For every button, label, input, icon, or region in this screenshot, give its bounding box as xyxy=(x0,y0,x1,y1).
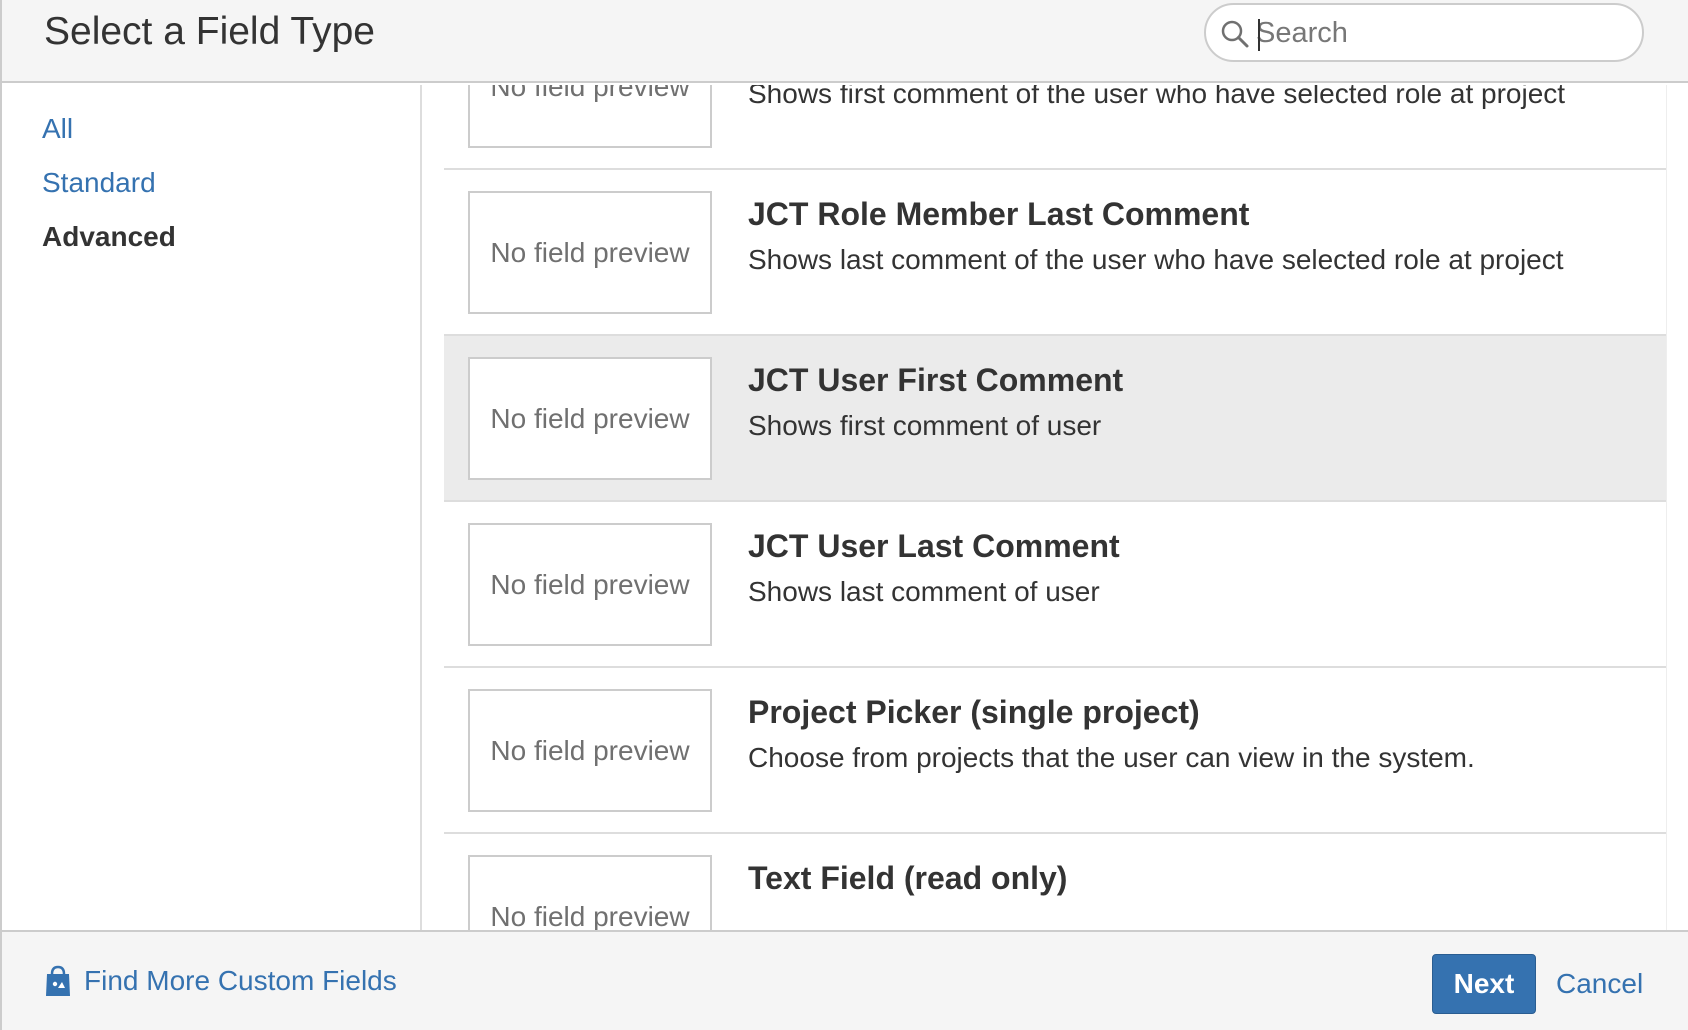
select-field-type-dialog: Select a Field Type All Standard Advance… xyxy=(0,0,1688,1030)
field-type-description: Shows last comment of the user who have … xyxy=(748,244,1564,275)
list-scrollbar[interactable] xyxy=(1666,85,1688,930)
sidebar-item-standard[interactable]: Standard xyxy=(42,167,156,199)
field-type-name: Text Field (read only) xyxy=(748,860,1068,896)
sidebar-item-advanced[interactable]: Advanced xyxy=(42,221,176,253)
field-type-description: Shows last comment of user xyxy=(748,576,1100,607)
search-input[interactable] xyxy=(1256,13,1626,53)
field-preview: No field preview xyxy=(468,357,712,480)
category-sidebar: All Standard Advanced xyxy=(2,85,422,930)
field-type-item[interactable]: No field preview JCT Role Member Last Co… xyxy=(444,170,1666,336)
field-type-item[interactable]: No field preview Text Field (read only) xyxy=(444,834,1666,930)
find-more-custom-fields-link[interactable]: Find More Custom Fields xyxy=(44,964,397,998)
field-type-description: Shows first comment of the user who have… xyxy=(748,85,1566,109)
marketplace-bag-icon xyxy=(46,965,70,996)
field-type-description: Shows first comment of user xyxy=(748,410,1102,441)
field-type-item-selected[interactable]: No field preview JCT User First Comment … xyxy=(444,336,1666,502)
search-box[interactable] xyxy=(1204,3,1644,62)
field-type-description: Choose from projects that the user can v… xyxy=(748,742,1475,773)
field-type-name: JCT Role Member Last Comment xyxy=(748,196,1250,232)
text-caret xyxy=(1258,19,1260,51)
dialog-footer: Find More Custom Fields Next Cancel xyxy=(2,930,1688,1030)
field-preview: No field preview xyxy=(468,85,712,148)
field-type-name: JCT User Last Comment xyxy=(748,528,1120,564)
field-type-item[interactable]: No field preview Project Picker (single … xyxy=(444,668,1666,834)
field-type-name: Project Picker (single project) xyxy=(748,694,1200,730)
field-preview: No field preview xyxy=(468,191,712,314)
field-type-list[interactable]: No field preview Shows first comment of … xyxy=(424,85,1666,930)
field-preview: No field preview xyxy=(468,523,712,646)
field-type-item[interactable]: No field preview Shows first comment of … xyxy=(444,85,1666,170)
sidebar-item-all[interactable]: All xyxy=(42,113,73,145)
dialog-header: Select a Field Type xyxy=(2,0,1688,83)
cancel-link[interactable]: Cancel xyxy=(1556,968,1643,1000)
search-icon xyxy=(1221,20,1249,48)
field-type-name: JCT User First Comment xyxy=(748,362,1124,398)
find-more-label: Find More Custom Fields xyxy=(84,965,397,996)
field-preview: No field preview xyxy=(468,689,712,812)
field-preview: No field preview xyxy=(468,855,712,930)
next-button[interactable]: Next xyxy=(1432,954,1536,1014)
field-type-item[interactable]: No field preview JCT User Last Comment S… xyxy=(444,502,1666,668)
dialog-title: Select a Field Type xyxy=(44,10,375,53)
